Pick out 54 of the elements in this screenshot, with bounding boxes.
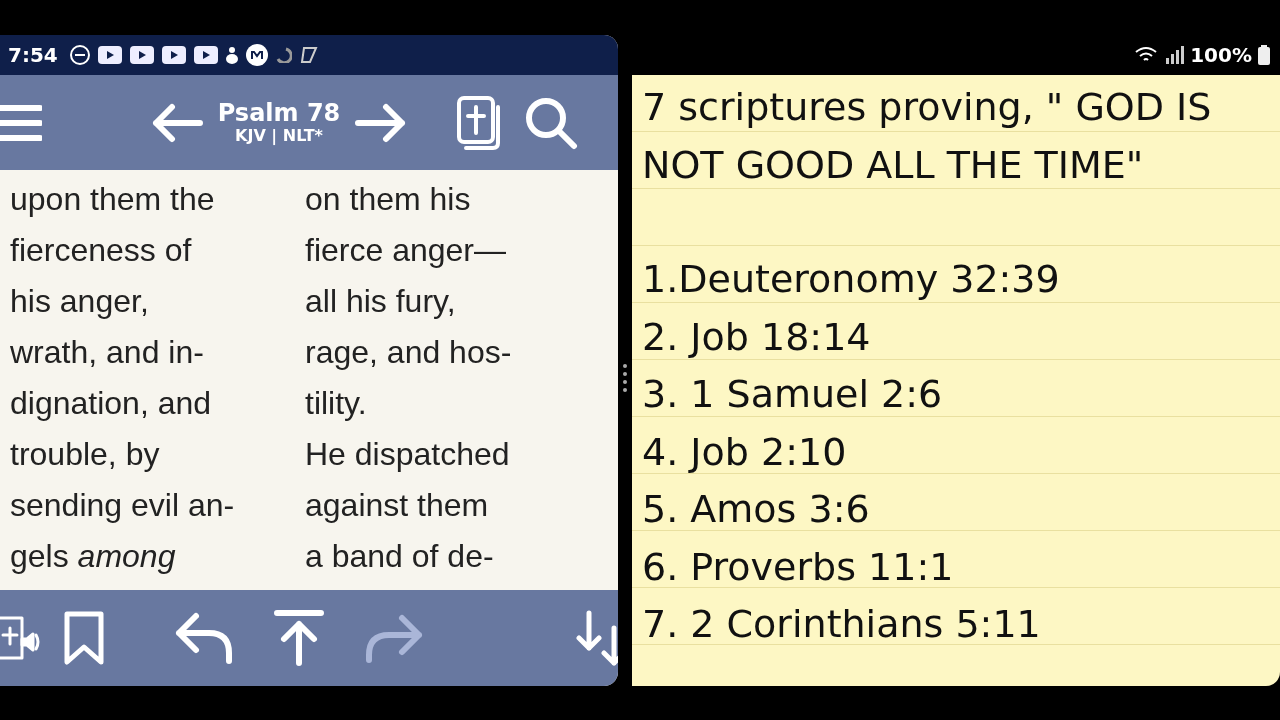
verse-text-line: tility.	[305, 384, 368, 423]
scripture-reference: 6. Proverbs 11:1	[642, 543, 955, 591]
bookmark-button[interactable]	[64, 611, 104, 665]
battery-icon	[1258, 45, 1270, 65]
verse-text-line: against them	[305, 486, 490, 525]
verse-text-line: fierceness of	[10, 231, 193, 270]
chapter-title[interactable]: Psalm 78	[217, 99, 341, 127]
split-handle-icon	[622, 362, 628, 393]
scripture-reference: 1.Deuteronomy 32:39	[642, 256, 1061, 303]
verse-text-line: wrath, and in-	[10, 333, 205, 372]
video-play-icon	[97, 46, 122, 64]
video-play-icon	[129, 46, 154, 64]
menu-button[interactable]	[0, 102, 42, 143]
next-chapter-button[interactable]	[354, 102, 406, 143]
verse-text-line: upon them the	[10, 180, 216, 219]
verse-text-line: a band of de-	[305, 537, 495, 576]
back-button[interactable]	[174, 611, 234, 665]
reply-arrow-icon	[174, 611, 234, 665]
verse-text-line: all his fury,	[305, 282, 457, 321]
scripture-reference: 5. Amos 3:6	[642, 486, 871, 533]
verse-text-line: rage, and hos-	[305, 333, 513, 372]
search-button[interactable]	[524, 95, 578, 150]
forward-arrow-icon	[364, 613, 424, 663]
loading-icon	[275, 47, 292, 63]
do-not-disturb-icon	[69, 45, 90, 65]
scripture-reference: 3. 1 Samuel 2:6	[642, 371, 944, 418]
note-title-line: NOT GOOD ALL THE TIME"	[642, 141, 1145, 189]
verse-text-line: trouble, by	[10, 435, 161, 474]
scripture-reference: 4. Job 2:10	[642, 428, 848, 476]
wifi-signal-icon	[1134, 44, 1185, 66]
verse-text-line: fierce anger—	[305, 231, 507, 270]
verse-text-line: dignation, and	[10, 384, 213, 423]
clock: 7:54	[8, 43, 58, 67]
video-play-icon	[193, 46, 218, 64]
figure-icon	[225, 46, 238, 64]
scroll-button[interactable]	[574, 610, 618, 666]
bookmark-icon	[64, 611, 104, 665]
scripture-reference: 2. Job 18:14	[642, 313, 872, 361]
arrow-to-top-icon	[274, 610, 324, 666]
scroll-down-icon	[574, 610, 618, 666]
previous-chapter-button[interactable]	[152, 102, 204, 143]
verse-text-line: gels among	[10, 537, 177, 576]
verse-text-line: his anger,	[10, 282, 150, 321]
verse-text-line: sending evil an-	[10, 486, 236, 525]
verse-text-line: on them his	[305, 180, 472, 219]
verse-text-line: He dispatched	[305, 435, 511, 474]
scripture-reference: 7. 2 Corinthians 5:11	[642, 601, 1042, 648]
translation-label[interactable]: KJV | NLT*	[235, 126, 323, 146]
battery-percentage: 100%	[1190, 43, 1252, 67]
circle-m-icon	[245, 44, 268, 66]
top-button[interactable]	[274, 610, 324, 666]
bible-books-button[interactable]	[456, 94, 502, 151]
note-title-line: 7 scriptures proving, " GOD IS	[642, 84, 1213, 131]
video-play-icon	[161, 46, 186, 64]
